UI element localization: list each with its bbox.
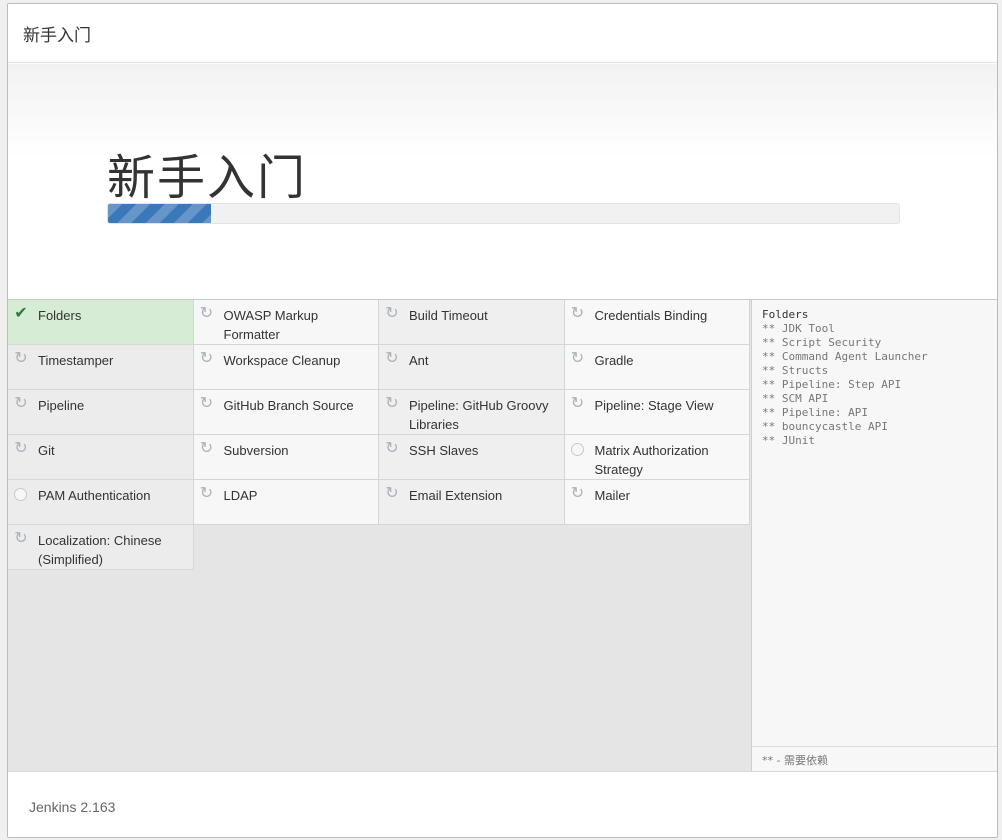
plugin-label: Workspace Cleanup (223, 353, 341, 368)
install-log-panel[interactable]: Folders ** JDK Tool ** Script Security ** C… (751, 300, 997, 772)
plugin-label: Timestamper (38, 353, 114, 368)
jenkins-version: Jenkins 2.163 (29, 799, 116, 815)
plugin-item: ↻ Localization: Chinese (Simplified) (8, 525, 194, 570)
plugin-grid: ✔ Folders ↻ OWASP Markup Formatter ↻ Build Ti… (8, 300, 751, 570)
plugin-item: ✔ Folders (8, 300, 194, 345)
plugin-item: ↻ Workspace Cleanup (193, 345, 379, 390)
plugin-item: ↻ Pipeline (8, 390, 194, 435)
plugin-item: ↻ Pipeline: GitHub Groovy Libraries (379, 390, 565, 435)
plugin-item: PAM Authentication (8, 480, 194, 525)
plugin-item: ↻ Timestamper (8, 345, 194, 390)
circle-icon (570, 443, 584, 456)
refresh-icon: ↻ (14, 350, 28, 367)
plugin-label: LDAP (223, 488, 258, 503)
refresh-icon: ↻ (14, 530, 28, 547)
plugin-item: ↻ Git (8, 435, 194, 480)
plugin-label: Subversion (223, 443, 289, 458)
log-line: ** Pipeline: API (762, 406, 868, 419)
log-line: ** SCM API (762, 392, 829, 405)
check-icon: ✔ (14, 305, 28, 322)
refresh-icon: ↻ (199, 350, 214, 367)
plugin-label: Pipeline: GitHub Groovy Libraries (409, 398, 549, 432)
refresh-icon: ↻ (570, 485, 585, 502)
log-line: ** JDK Tool (762, 322, 835, 335)
plugin-item: ↻ SSH Slaves (379, 435, 565, 480)
refresh-icon: ↻ (385, 395, 399, 412)
plugin-label: Localization: Chinese (Simplified) (38, 533, 162, 567)
log-line: ** Script Security (762, 336, 882, 349)
refresh-icon: ↻ (385, 305, 399, 322)
install-log: Folders ** JDK Tool ** Script Security ** C… (752, 300, 997, 448)
dialog-header: 新手入门 (8, 4, 997, 63)
plugin-item: ↻ Mailer (564, 480, 750, 525)
log-line: ** Structs (762, 364, 829, 377)
plugin-item: ↻ LDAP (193, 480, 379, 525)
log-line: ** JUnit (762, 434, 815, 447)
refresh-icon: ↻ (385, 485, 399, 502)
refresh-icon: ↻ (570, 305, 585, 322)
plugin-item: ↻ Gradle (564, 345, 750, 390)
refresh-icon: ↻ (570, 350, 585, 367)
plugin-label: Email Extension (409, 488, 503, 503)
plugin-label: Pipeline (38, 398, 85, 413)
plugin-label: Folders (38, 308, 82, 323)
plugin-label: Pipeline: Stage View (594, 398, 714, 413)
plugin-label: PAM Authentication (38, 488, 151, 503)
refresh-icon: ↻ (199, 485, 214, 502)
plugin-label: Build Timeout (409, 308, 488, 323)
refresh-icon: ↻ (385, 440, 399, 457)
refresh-icon: ↻ (14, 440, 28, 457)
plugin-item: ↻ Pipeline: Stage View (564, 390, 750, 435)
dialog-footer: Jenkins 2.163 (8, 771, 997, 837)
plugin-item: ↻ Build Timeout (379, 300, 565, 345)
plugin-item: ↻ Subversion (193, 435, 379, 480)
refresh-icon: ↻ (199, 305, 214, 322)
dialog-title: 新手入门 (23, 26, 91, 46)
log-line: ** bouncycastle API (762, 420, 888, 433)
page-title: 新手入门 (107, 150, 308, 206)
plugin-item: ↻ Email Extension (379, 480, 565, 525)
log-line: ** Pipeline: Step API (762, 378, 902, 391)
refresh-icon: ↻ (570, 395, 585, 412)
plugin-label: GitHub Branch Source (223, 398, 354, 413)
plugin-item: ↻ Ant (379, 345, 565, 390)
plugin-item: ↻ OWASP Markup Formatter (193, 300, 379, 345)
refresh-icon: ↻ (199, 440, 214, 457)
circle-icon (14, 488, 27, 501)
plugin-item: Matrix Authorization Strategy (564, 435, 750, 480)
plugin-item: ↻ Credentials Binding (564, 300, 750, 345)
plugin-label: Matrix Authorization Strategy (594, 443, 709, 477)
plugin-label: Mailer (594, 488, 630, 503)
plugin-item: ↻ GitHub Branch Source (193, 390, 379, 435)
plugin-label: Ant (409, 353, 429, 368)
install-status-area: ✔ Folders ↻ OWASP Markup Formatter ↻ Build Ti… (8, 299, 997, 772)
refresh-icon: ↻ (199, 395, 214, 412)
install-progress-bar (107, 203, 900, 224)
log-line: ** Command Agent Launcher (762, 350, 928, 363)
log-line: Folders (762, 308, 809, 321)
hero-panel: 新手入门 (8, 64, 997, 299)
plugin-label: Git (38, 443, 55, 458)
plugin-label: Credentials Binding (594, 308, 708, 323)
plugin-label: OWASP Markup Formatter (223, 308, 319, 342)
setup-wizard-dialog: 新手入门 新手入门 ✔ Folders ↻ OWASP Markup Formatte… (7, 3, 998, 838)
log-legend: ** - 需要依赖 (752, 746, 997, 772)
progress-fill (108, 204, 211, 223)
refresh-icon: ↻ (385, 350, 399, 367)
plugin-label: Gradle (594, 353, 634, 368)
refresh-icon: ↻ (14, 395, 28, 412)
plugin-label: SSH Slaves (409, 443, 479, 458)
